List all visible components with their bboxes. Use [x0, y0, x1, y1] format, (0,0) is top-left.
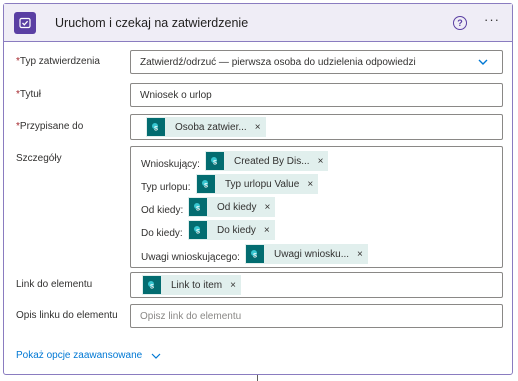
show-advanced-options-label: Pokaż opcje zaawansowane — [16, 350, 143, 361]
remove-token-icon[interactable]: × — [318, 156, 324, 167]
dynamic-content-token[interactable]: S Typ urlopu Value × — [196, 174, 319, 194]
item-link-description-label: Opis linku do elementu — [16, 310, 118, 321]
item-link-description-placeholder: Opisz link do elementu — [140, 311, 242, 322]
token-label: Osoba zatwier... — [175, 121, 247, 133]
assigned-to-label-text: Przypisane do — [19, 121, 84, 132]
assigned-to-input[interactable]: S Osoba zatwier... × — [130, 114, 503, 140]
dynamic-content-token[interactable]: S Do kiedy × — [188, 220, 275, 240]
sharepoint-icon: S — [206, 152, 224, 170]
remove-token-icon[interactable]: × — [230, 280, 236, 291]
token-label: Link to item — [171, 279, 223, 291]
dynamic-content-token[interactable]: S Created By Dis... × — [205, 151, 329, 171]
dynamic-content-token[interactable]: S Osoba zatwier... × — [146, 117, 266, 137]
details-text: Do kiedy: — [141, 228, 183, 239]
token-label: Typ urlopu Value — [225, 178, 300, 190]
approval-type-value: Zatwierdź/odrzuć — pierwsza osoba do udz… — [140, 57, 416, 68]
token-label: Od kiedy — [217, 201, 257, 213]
svg-text:S: S — [150, 285, 154, 291]
approval-type-label-text: Typ zatwierdzenia — [19, 56, 100, 67]
sharepoint-icon: S — [189, 221, 207, 239]
details-text: Typ urlopu: — [141, 182, 191, 193]
approval-type-dropdown[interactable]: Zatwierdź/odrzuć — pierwsza osoba do udz… — [130, 50, 503, 74]
token-label: Uwagi wniosku... — [274, 248, 350, 260]
item-link-description-input[interactable]: Opisz link do elementu — [130, 304, 503, 328]
approvals-icon — [14, 12, 36, 34]
dynamic-content-token[interactable]: S Link to item × — [142, 275, 241, 295]
help-icon[interactable]: ? — [453, 16, 467, 30]
details-label: Szczegóły — [16, 153, 62, 164]
svg-text:S: S — [204, 184, 208, 190]
sharepoint-icon: S — [143, 276, 161, 294]
assigned-to-label: *Przypisane do — [16, 121, 83, 132]
svg-text:S: S — [213, 161, 217, 167]
chevron-down-icon — [151, 353, 161, 359]
remove-token-icon[interactable]: × — [255, 122, 261, 133]
remove-token-icon[interactable]: × — [357, 249, 363, 260]
remove-token-icon[interactable]: × — [264, 225, 270, 236]
sharepoint-icon: S — [147, 118, 165, 136]
token-label: Do kiedy — [217, 224, 256, 236]
title-value: Wniosek o urlop — [140, 90, 212, 101]
item-link-input[interactable]: S Link to item × — [130, 272, 503, 298]
show-advanced-options-link[interactable]: Pokaż opcje zaawansowane — [16, 350, 161, 361]
approval-type-label: *Typ zatwierdzenia — [16, 56, 100, 67]
svg-text:S: S — [196, 230, 200, 236]
token-label: Created By Dis... — [234, 155, 310, 167]
dynamic-content-token[interactable]: S Od kiedy × — [188, 197, 276, 217]
dynamic-content-token[interactable]: S Uwagi wniosku... × — [245, 244, 368, 264]
flow-connector-line — [257, 375, 258, 381]
title-label-text: Tytuł — [19, 89, 42, 100]
svg-text:S: S — [196, 207, 200, 213]
details-text: Uwagi wnioskującego: — [141, 252, 240, 263]
svg-text:S: S — [253, 254, 257, 260]
remove-token-icon[interactable]: × — [307, 179, 313, 190]
details-text: Od kiedy: — [141, 205, 184, 216]
card-title[interactable]: Uruchom i czekaj na zatwierdzenie — [55, 16, 248, 30]
remove-token-icon[interactable]: × — [264, 202, 270, 213]
details-input[interactable]: Wnioskujący: S Created By Dis... × Typ u… — [130, 146, 503, 268]
sharepoint-icon: S — [189, 198, 207, 216]
card-header[interactable]: Uruchom i czekaj na zatwierdzenie ? ··· — [4, 4, 512, 42]
chevron-down-icon[interactable] — [478, 57, 488, 67]
title-input[interactable]: Wniosek o urlop — [130, 83, 503, 107]
sharepoint-icon: S — [246, 245, 264, 263]
more-options-icon[interactable]: ··· — [484, 13, 502, 29]
details-text: Wnioskujący: — [141, 159, 200, 170]
title-label: *Tytuł — [16, 89, 41, 100]
item-link-label: Link do elementu — [16, 279, 93, 290]
svg-text:S: S — [154, 127, 158, 133]
approval-action-card: Uruchom i czekaj na zatwierdzenie ? ··· … — [3, 3, 513, 375]
sharepoint-icon: S — [197, 175, 215, 193]
